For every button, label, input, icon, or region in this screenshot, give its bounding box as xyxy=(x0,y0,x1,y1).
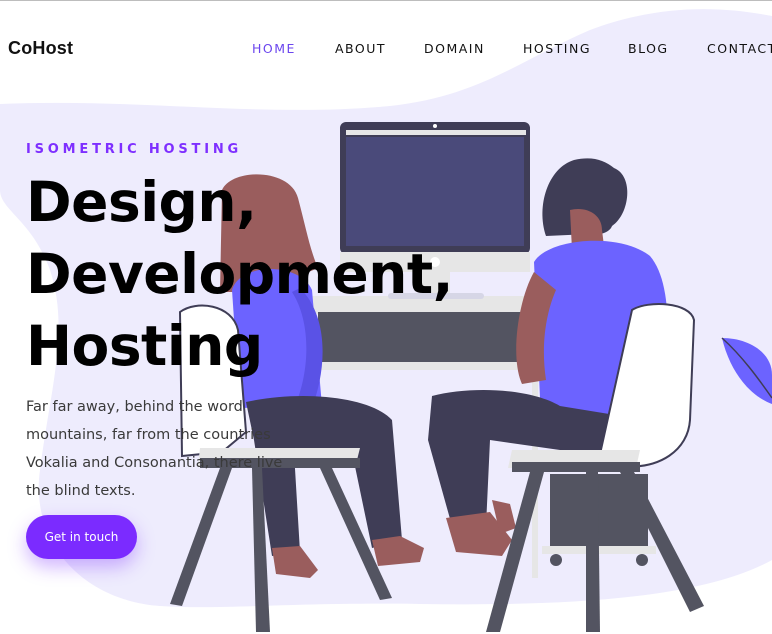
description-line: Far far away, behind the word xyxy=(26,399,243,415)
hero-eyebrow: ISOMETRIC HOSTING xyxy=(26,142,242,157)
nav-item-home[interactable]: HOME xyxy=(252,41,296,56)
hero-description: Far far away, behind the word mountains,… xyxy=(26,393,326,505)
nav-item-domain[interactable]: DOMAIN xyxy=(424,41,485,56)
headline-line: Hosting xyxy=(26,314,263,378)
main-nav: HOME ABOUT DOMAIN HOSTING BLOG CONTACT xyxy=(0,41,772,59)
page: CoHost HOME ABOUT DOMAIN HOSTING BLOG CO… xyxy=(0,0,772,634)
description-line: Vokalia and Consonantia, there live xyxy=(26,455,283,471)
get-in-touch-button[interactable]: Get in touch xyxy=(26,515,137,559)
description-line: mountains, far from the countries xyxy=(26,427,271,443)
nav-item-contact[interactable]: CONTACT xyxy=(707,41,772,56)
description-line: the blind texts. xyxy=(26,483,136,499)
hero-headline: Design, Development, Hosting xyxy=(26,166,454,382)
headline-line: Development, xyxy=(26,242,454,306)
nav-item-hosting[interactable]: HOSTING xyxy=(523,41,591,56)
headline-line: Design, xyxy=(26,170,257,234)
nav-item-about[interactable]: ABOUT xyxy=(335,41,386,56)
nav-item-blog[interactable]: BLOG xyxy=(628,41,669,56)
